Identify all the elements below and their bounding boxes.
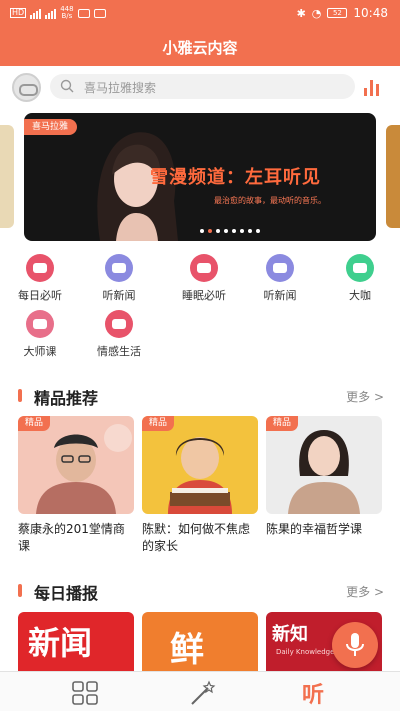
- voice-search-button[interactable]: [332, 622, 378, 668]
- category-item[interactable]: 听新闻: [250, 254, 310, 303]
- ranking-icon[interactable]: [364, 78, 384, 96]
- category-item[interactable]: 大师课: [10, 310, 70, 359]
- message-icon: [93, 8, 106, 18]
- category-label: 情感生活: [97, 345, 141, 358]
- microphone-icon: [346, 633, 364, 656]
- hd-indicator: HD: [10, 8, 27, 18]
- speed-icon: ◔: [311, 6, 322, 20]
- title-bar: 小雅云内容: [0, 28, 400, 66]
- banner-headline: 雪漫频道：左耳听见: [150, 167, 321, 188]
- page-title: 小雅云内容: [162, 39, 238, 57]
- search-row: 喜马拉雅搜索: [0, 66, 400, 108]
- news-icon: [105, 254, 133, 282]
- category-item[interactable]: 每日必听: [10, 254, 70, 303]
- featured-card[interactable]: 精品: [18, 416, 134, 514]
- section-daily: 每日播报 更多 >: [0, 579, 400, 603]
- carousel-dot[interactable]: [200, 229, 204, 233]
- carousel-dot[interactable]: [248, 229, 252, 233]
- search-input[interactable]: 喜马拉雅搜索: [50, 74, 355, 99]
- banner-subtitle: 最治愈的故事，最动听的音乐。: [214, 196, 326, 205]
- bottom-nav: 听: [0, 671, 400, 711]
- category-label: 每日必听: [18, 289, 62, 302]
- clock: 10:48: [353, 6, 388, 20]
- section-featured: 精品推荐 更多 >: [0, 384, 400, 408]
- category-label: 听新闻: [102, 289, 136, 302]
- category-item[interactable]: 大咖: [330, 254, 390, 303]
- section-title: 精品推荐: [34, 389, 99, 408]
- featured-card[interactable]: 精品: [142, 416, 258, 514]
- daily-card-subtext: Daily Knowledge: [276, 648, 335, 656]
- carousel-dot[interactable]: [256, 229, 260, 233]
- category-label: 听新闻: [263, 289, 297, 302]
- category-label: 大师课: [23, 345, 57, 358]
- featured-card[interactable]: 精品: [266, 416, 382, 514]
- category-item[interactable]: 情感生活: [89, 310, 149, 359]
- card-badge: 精品: [142, 416, 175, 431]
- section-title: 每日播报: [34, 584, 99, 603]
- signal-icon-2: [45, 8, 57, 19]
- card-title[interactable]: 陈默：如何做不焦虑的家长: [142, 521, 260, 555]
- avatar[interactable]: [12, 73, 41, 102]
- carousel-dot[interactable]: [208, 229, 212, 233]
- notification-icon: [77, 8, 90, 18]
- category-item[interactable]: 听新闻: [89, 254, 149, 303]
- thumbs-up-icon: [190, 254, 218, 282]
- daily-card[interactable]: 鲜: [142, 612, 258, 674]
- daily-card-text: 新知: [272, 624, 308, 645]
- signal-icon: [30, 8, 42, 19]
- presentation-icon: [26, 310, 54, 338]
- battery-icon: 52: [327, 8, 348, 18]
- category-label: 大咖: [349, 289, 371, 302]
- carousel-dot[interactable]: [224, 229, 228, 233]
- daily-card-text: 鲜: [170, 630, 204, 670]
- banner-next-slide[interactable]: [386, 125, 400, 228]
- status-bar: HD 448 B/s ✱ ◔ 52 10:48: [0, 0, 400, 28]
- daily-card-text: 新闻: [28, 624, 93, 662]
- carousel-indicator: [24, 229, 376, 233]
- more-link[interactable]: 更多 >: [346, 388, 384, 405]
- carousel-dot[interactable]: [232, 229, 236, 233]
- daily-card[interactable]: 新闻: [18, 612, 134, 674]
- news-icon: [266, 254, 294, 282]
- more-link[interactable]: 更多 >: [346, 583, 384, 600]
- card-badge: 精品: [18, 416, 51, 431]
- category-item[interactable]: 睡眠必听: [174, 254, 234, 303]
- banner-prev-slide[interactable]: [0, 125, 14, 228]
- section-marker: [18, 389, 22, 402]
- hearts-icon: [105, 310, 133, 338]
- card-badge: 精品: [266, 416, 299, 431]
- card-title[interactable]: 蔡康永的201堂情商课: [18, 521, 136, 555]
- bluetooth-icon: ✱: [296, 6, 306, 20]
- listen-tab[interactable]: 听: [302, 677, 330, 708]
- carousel-dot[interactable]: [240, 229, 244, 233]
- card-title[interactable]: 陈果的幸福哲学课: [266, 521, 384, 538]
- v-badge-icon: [346, 254, 374, 282]
- banner[interactable]: 喜马拉雅 雪漫频道：左耳听见 最治愈的故事，最动听的音乐。: [24, 113, 376, 241]
- banner-tag: 喜马拉雅: [24, 119, 78, 135]
- network-speed: 448 B/s: [60, 5, 74, 20]
- carousel-dot[interactable]: [216, 229, 220, 233]
- section-marker: [18, 584, 22, 597]
- grid-icon[interactable]: [71, 680, 99, 706]
- magic-wand-icon[interactable]: [188, 680, 216, 706]
- search-placeholder: 喜马拉雅搜索: [84, 81, 157, 95]
- thumbs-up-icon: [26, 254, 54, 282]
- search-icon: [60, 79, 74, 93]
- category-label: 睡眠必听: [182, 289, 226, 302]
